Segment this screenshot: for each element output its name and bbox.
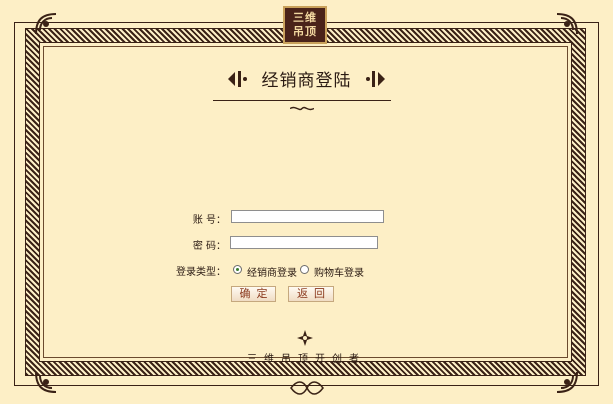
login-type-label: 登录类型：	[176, 267, 226, 278]
account-input[interactable]	[231, 210, 384, 223]
back-button[interactable]: 返回	[288, 286, 334, 302]
title-left-ornament-icon	[226, 69, 248, 89]
logo: 三维 吊顶	[283, 6, 327, 44]
confirm-button[interactable]: 确定	[231, 286, 276, 302]
dealer-login-radio[interactable]	[233, 265, 242, 274]
divider-ornament-icon	[289, 97, 315, 111]
corner-ornament-icon	[553, 10, 581, 38]
logo-text-line2: 吊顶	[293, 25, 317, 38]
password-input[interactable]	[230, 236, 378, 249]
corner-ornament-icon	[32, 368, 60, 396]
login-page: 三维 吊顶 经销商登陆 账 号： 密 码： 登录类型： 经销商登录 购物车登录 …	[0, 0, 613, 404]
title-right-ornament-icon	[365, 69, 387, 89]
corner-ornament-icon	[553, 368, 581, 396]
page-title: 经销商登陆	[261, 71, 352, 91]
cart-login-label[interactable]: 购物车登录	[314, 264, 364, 279]
account-label: 账 号：	[192, 215, 226, 226]
logo-text-line1: 三维	[293, 11, 317, 24]
footer-emblem-icon	[296, 329, 314, 347]
title-block: 经销商登陆	[0, 66, 613, 91]
bottom-ornament-icon	[289, 380, 325, 396]
password-label: 密 码：	[192, 241, 226, 252]
dealer-login-label[interactable]: 经销商登录	[247, 264, 297, 279]
corner-ornament-icon	[32, 10, 60, 38]
cart-login-radio[interactable]	[300, 265, 309, 274]
inner-frame-line-2	[43, 46, 568, 358]
footer-slogan: 三维吊顶开创者	[247, 354, 366, 365]
